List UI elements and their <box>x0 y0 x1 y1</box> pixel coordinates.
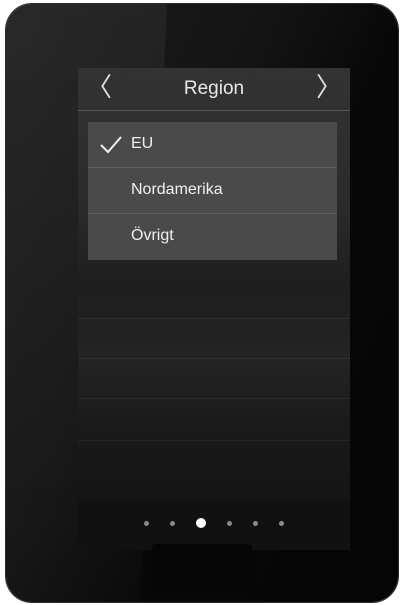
region-header: 〈 Region 〉 <box>78 68 350 111</box>
region-list: EU Nordamerika Övrigt <box>88 122 337 260</box>
region-option-label: Övrigt <box>131 227 174 244</box>
chevron-right-icon[interactable]: 〉 <box>316 72 342 102</box>
page-dot-active[interactable] <box>196 518 206 528</box>
page-title: Region <box>183 78 245 99</box>
page-dot[interactable] <box>253 520 258 526</box>
region-option-label: EU <box>131 135 154 152</box>
page-indicator <box>78 500 350 550</box>
region-option-label: Nordamerika <box>131 181 223 198</box>
page-dot[interactable] <box>170 520 175 526</box>
region-option-eu[interactable]: EU <box>88 122 337 168</box>
touch-screen: 〈 Region 〉 EU Nordamerika Övrigt <box>78 68 350 550</box>
checkmark-icon <box>100 136 122 154</box>
page-dot[interactable] <box>227 520 232 526</box>
region-option-nordamerika[interactable]: Nordamerika <box>88 168 337 214</box>
device-frame: 〈 Region 〉 EU Nordamerika Övrigt <box>6 4 398 602</box>
home-button[interactable] <box>152 544 252 594</box>
page-dot[interactable] <box>144 520 149 526</box>
region-option-ovrigt[interactable]: Övrigt <box>88 214 337 260</box>
page-dot[interactable] <box>279 520 284 526</box>
